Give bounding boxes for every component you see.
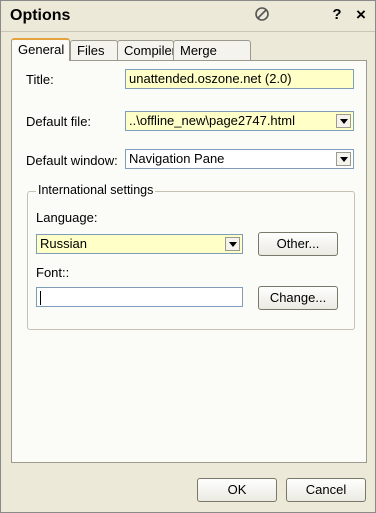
font-label: Font:: <box>36 265 70 280</box>
chevron-down-icon <box>229 242 237 247</box>
default-file-combo[interactable]: ..\offline_new\page2747.html <box>125 111 354 131</box>
change-button[interactable]: Change... <box>258 286 338 310</box>
tab-files[interactable]: Files <box>70 40 118 60</box>
default-file-dropdown-button[interactable] <box>336 114 351 128</box>
default-file-value: ..\offline_new\page2747.html <box>129 113 295 128</box>
title-label: Title: <box>26 72 54 87</box>
text-caret <box>40 291 41 305</box>
language-dropdown-button[interactable] <box>225 237 240 251</box>
title-input[interactable]: unattended.oszone.net (2.0) <box>125 69 354 89</box>
language-value: Russian <box>40 236 87 251</box>
font-input[interactable] <box>36 287 243 307</box>
tab-merge-files[interactable]: Merge Files <box>173 40 251 77</box>
international-settings-title: International settings <box>36 183 156 197</box>
window-title: Options <box>10 7 71 24</box>
default-window-value: Navigation Pane <box>129 151 225 166</box>
language-combo[interactable]: Russian <box>36 234 243 254</box>
close-icon[interactable]: × <box>352 6 370 24</box>
tab-compiler[interactable]: Compiler <box>117 40 176 60</box>
default-file-label: Default file: <box>26 114 92 129</box>
default-window-dropdown-button[interactable] <box>336 152 351 166</box>
cancel-button[interactable]: Cancel <box>286 478 366 502</box>
language-label: Language: <box>36 210 98 225</box>
ok-button[interactable]: OK <box>197 478 277 502</box>
default-window-combo[interactable]: Navigation Pane <box>125 149 354 169</box>
general-panel: Title: unattended.oszone.net (2.0) Defau… <box>11 60 367 463</box>
chevron-down-icon <box>340 119 348 124</box>
title-bar[interactable]: Options ? × <box>1 1 375 32</box>
tab-general[interactable]: General <box>11 38 70 61</box>
no-entry-icon[interactable] <box>253 6 271 24</box>
international-settings-group: International settings Language: Russian… <box>27 183 355 330</box>
chevron-down-icon <box>340 157 348 162</box>
other-button[interactable]: Other... <box>258 232 338 256</box>
default-window-label: Default window: <box>26 153 118 168</box>
options-dialog: Options ? × General Files Compiler Merge… <box>0 0 376 513</box>
help-icon[interactable]: ? <box>328 6 346 24</box>
